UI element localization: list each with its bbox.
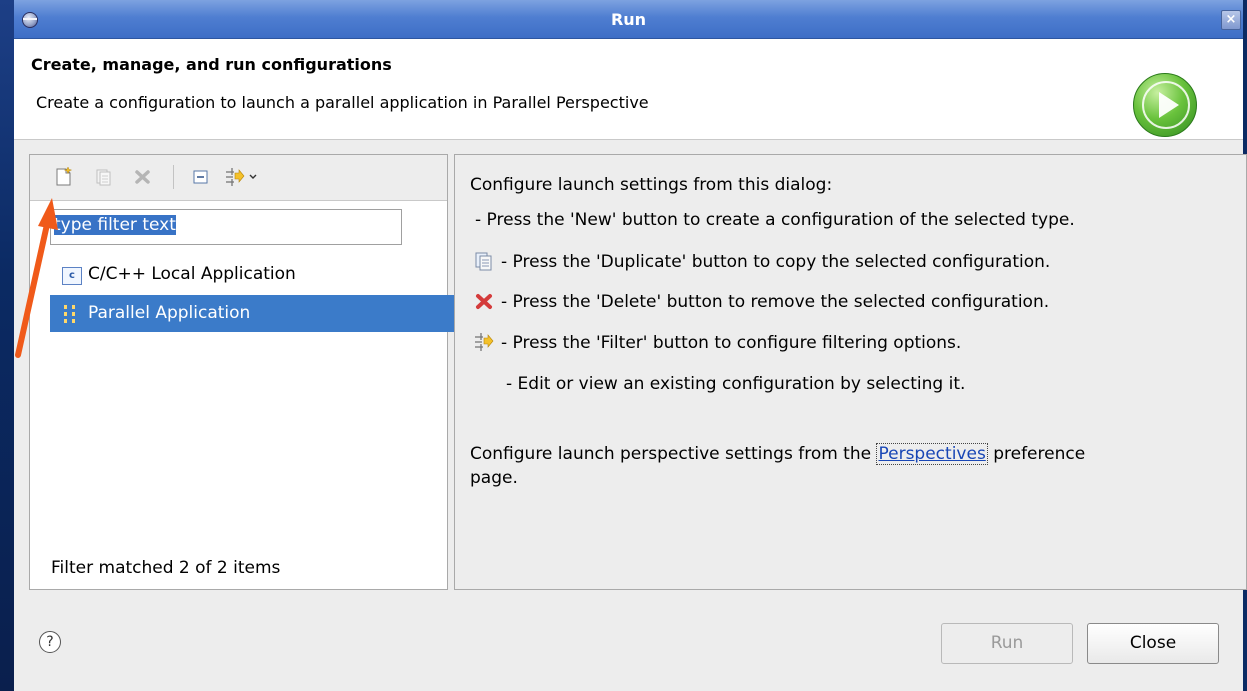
tree-item-label: C/C++ Local Application (88, 264, 296, 284)
close-button-label: Close (1129, 633, 1177, 653)
perspective-text-after: preference (993, 444, 1086, 464)
help-button[interactable]: ? (39, 631, 61, 653)
delete-icon (476, 294, 492, 309)
collapse-all-icon (193, 170, 208, 184)
filter-status-text: Filter matched 2 of 2 items (51, 558, 281, 578)
tree-item-c-cpp-local-application[interactable]: c C/C++ Local Application (30, 256, 447, 293)
perspectives-link[interactable]: Perspectives (876, 443, 988, 465)
info-line-filter: - Press the 'Filter' button to configure… (501, 333, 962, 353)
filter-button[interactable] (224, 167, 260, 187)
info-line-delete: - Press the 'Delete' button to remove th… (501, 292, 1050, 312)
launch-info-pane: Configure launch settings from this dial… (454, 154, 1247, 590)
perspective-text-page: page. (470, 468, 518, 488)
tree-item-label: Parallel Application (88, 303, 251, 323)
header-title: Create, manage, and run configurations (31, 55, 392, 74)
filter-text-input[interactable]: type filter text (50, 209, 402, 245)
toolbar-separator (173, 165, 174, 189)
info-line-new: - Press the 'New' button to create a con… (475, 210, 1075, 230)
configuration-toolbar (30, 155, 447, 201)
run-button-label: Run (990, 633, 1024, 653)
title-bar[interactable]: Run × (14, 0, 1243, 39)
delete-icon (135, 170, 150, 184)
info-line-edit: - Edit or view an existing configuration… (506, 374, 966, 394)
perspective-text-before: Configure launch perspective settings fr… (470, 444, 872, 464)
run-button[interactable]: Run (941, 623, 1073, 664)
duplicate-button[interactable] (94, 167, 114, 187)
filter-icon (475, 333, 494, 351)
dialog-header: Create, manage, and run configurations C… (14, 39, 1243, 140)
perspective-text-line: Configure launch perspective settings fr… (470, 443, 1086, 465)
parallel-application-icon (61, 303, 81, 325)
c-application-icon: c (62, 267, 82, 285)
new-configuration-icon (56, 166, 73, 186)
duplicate-icon (475, 252, 492, 271)
header-subtitle: Create a configuration to launch a paral… (36, 93, 649, 112)
tree-item-parallel-application[interactable]: Parallel Application (50, 295, 454, 332)
filter-icon (226, 168, 257, 186)
window-title: Run (610, 10, 647, 29)
desktop-background (0, 0, 14, 691)
close-window-button[interactable]: × (1221, 10, 1241, 30)
close-button[interactable]: Close (1087, 623, 1219, 664)
duplicate-icon (96, 169, 111, 186)
configuration-list-pane: type filter text c C/C++ Local Applicati… (29, 154, 454, 590)
chevron-down-icon (249, 174, 257, 179)
run-launch-icon (1133, 73, 1197, 137)
collapse-all-button[interactable] (191, 167, 211, 187)
info-heading: Configure launch settings from this dial… (470, 175, 833, 195)
filter-text-value: type filter text (54, 215, 176, 235)
delete-button[interactable] (133, 167, 153, 187)
run-dialog: Run × Create, manage, and run configurat… (14, 0, 1247, 691)
new-configuration-button[interactable] (54, 166, 74, 187)
info-line-duplicate: - Press the 'Duplicate' button to copy t… (501, 252, 1051, 272)
